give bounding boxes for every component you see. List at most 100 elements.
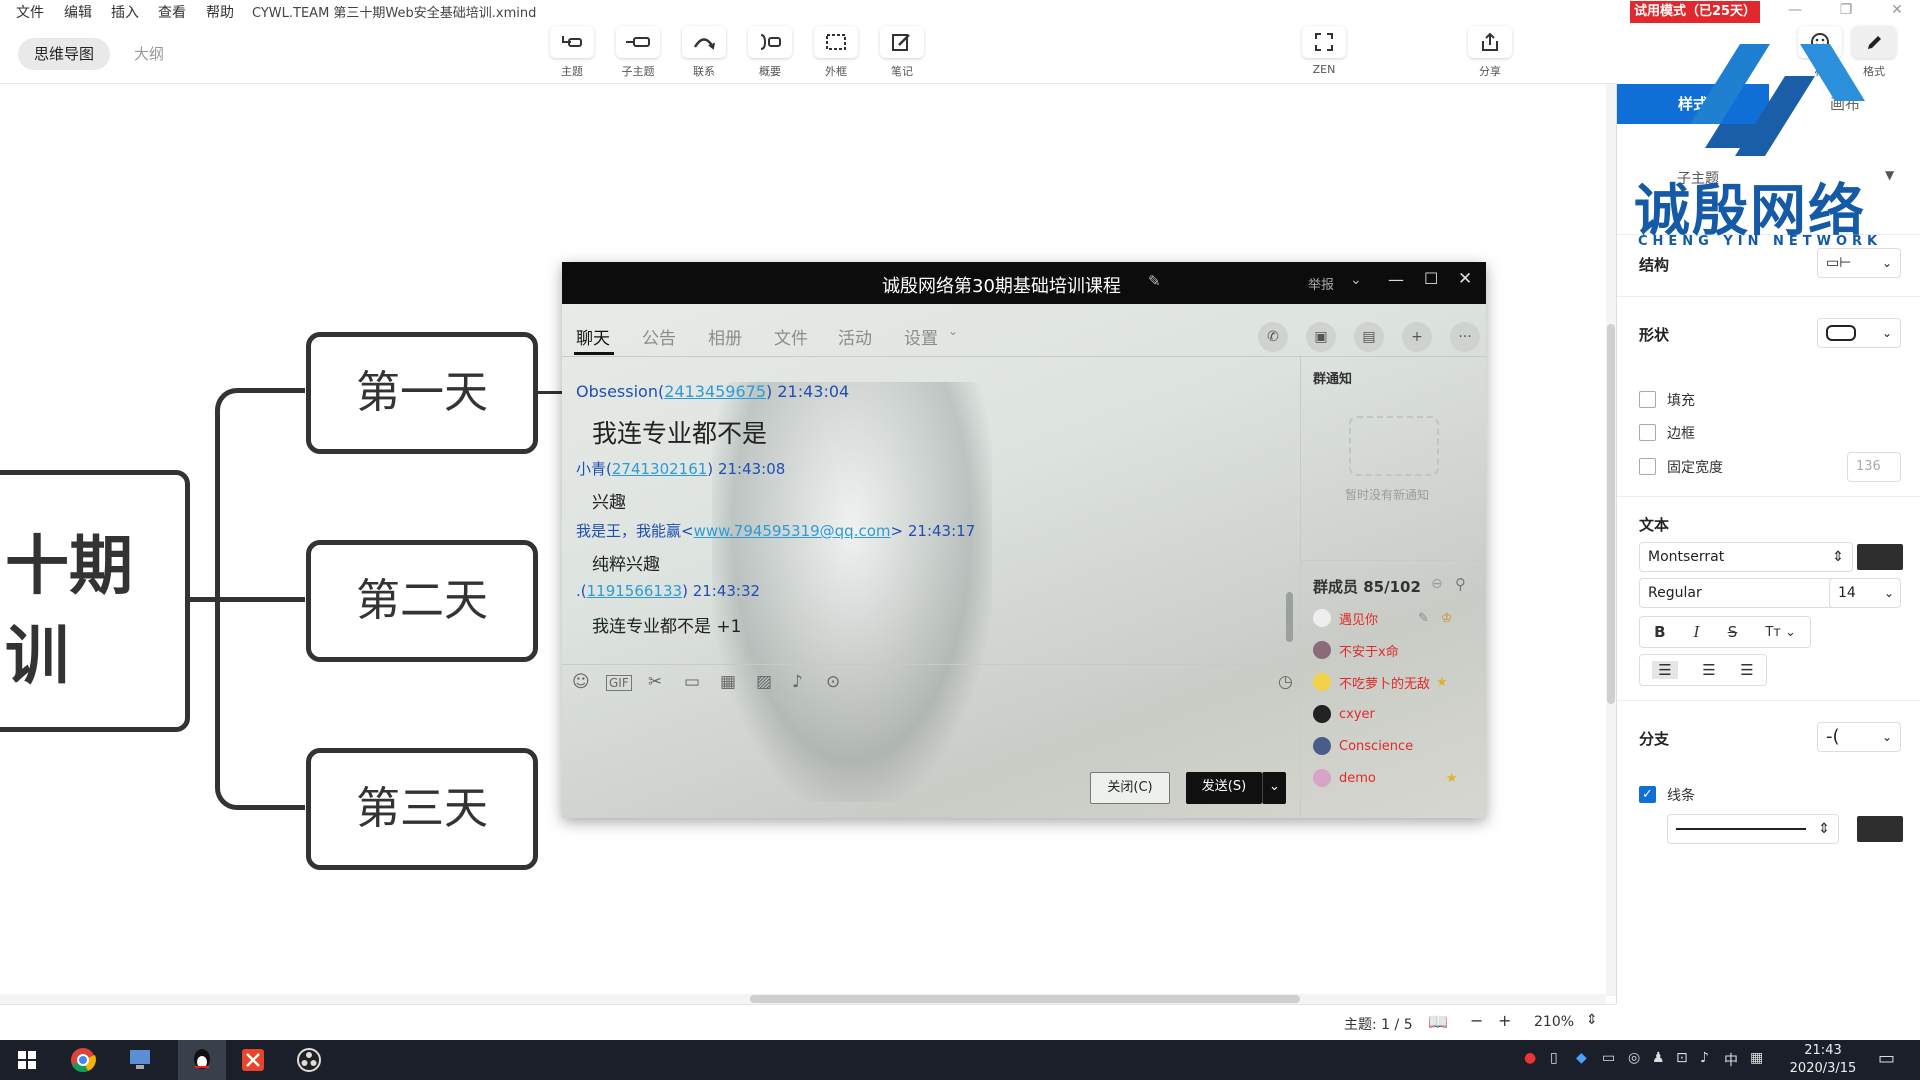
zen-button[interactable]: ZEN (1298, 26, 1350, 76)
summary-button[interactable]: 概要 (744, 26, 796, 79)
restore-icon[interactable]: ❐ (1831, 2, 1861, 22)
computer-icon[interactable] (124, 1046, 158, 1074)
message-scrollbar[interactable] (1286, 360, 1294, 650)
emoji-icon[interactable]: ☺ (572, 672, 590, 692)
send-options-chevron-icon[interactable]: ⌄ (1262, 772, 1286, 804)
member-item[interactable]: 不安于ⅹ命 (1313, 638, 1399, 662)
branch-select[interactable]: -(⌄ (1817, 722, 1901, 752)
member-item[interactable]: 遇见你 ✎ ♔ (1313, 606, 1453, 630)
windows-start-icon[interactable] (10, 1046, 44, 1074)
tab-settings[interactable]: 设置 (904, 324, 938, 349)
more-icon[interactable]: ··· (1450, 322, 1480, 352)
boundary-button[interactable]: 外框 (810, 26, 862, 79)
search-icon[interactable]: ⚲ (1455, 575, 1466, 593)
tray-volume-icon[interactable]: ♪ (1700, 1050, 1709, 1066)
menu-help[interactable]: 帮助 (206, 2, 234, 22)
more-tools-icon[interactable]: ⊙ (826, 672, 840, 692)
folder-icon[interactable]: ▭ (684, 672, 700, 692)
shape-select[interactable]: ⌄ (1817, 318, 1901, 348)
screen-share-icon[interactable]: ▤ (1354, 322, 1384, 352)
align-center-icon[interactable]: ☰ (1702, 661, 1715, 679)
clock[interactable]: 21:43 2020/3/15 (1778, 1042, 1868, 1078)
member-item[interactable]: 不吃萝卜的无敌 ★ (1313, 670, 1448, 694)
menu-insert[interactable]: 插入 (111, 2, 139, 22)
message-list[interactable]: Obsession(2413459675) 21:43:04 我连专业都不是 小… (562, 358, 1300, 664)
vertical-scroll-thumb[interactable] (1607, 324, 1615, 704)
tray-vm-icon[interactable]: ◆ (1576, 1050, 1587, 1066)
font-family-select[interactable]: Montserrat ⇕ (1639, 542, 1853, 572)
tab-album[interactable]: 相册 (708, 324, 742, 349)
qq-icon[interactable] (178, 1040, 226, 1080)
chat-window[interactable]: 诚殷网络第30期基础培训课程 ✎ 举报 ⌄ — ☐ ✕ 聊天 公告 相册 文件 … (562, 262, 1486, 818)
zoom-stepper-icon[interactable]: ⇕ (1586, 1012, 1598, 1028)
note-button[interactable]: 笔记 (876, 26, 928, 79)
screenshot-icon[interactable]: ▦ (720, 672, 736, 692)
tab-chat[interactable]: 聊天 (576, 324, 610, 349)
horizontal-scroll-thumb[interactable] (750, 995, 1300, 1003)
topic-button[interactable]: 主题 (546, 26, 598, 79)
member-settings-icon[interactable]: ⊖ (1431, 576, 1443, 592)
send-button[interactable]: 发送(S) (1186, 772, 1262, 804)
tray-ime-lang[interactable]: 中 (1724, 1050, 1738, 1070)
edit-title-icon[interactable]: ✎ (1148, 272, 1161, 290)
tab-activity[interactable]: 活动 (838, 324, 872, 349)
tab-announcement[interactable]: 公告 (642, 324, 676, 349)
close-icon[interactable]: ✕ (1882, 2, 1912, 22)
tray-usb-icon[interactable]: ▯ (1550, 1050, 1558, 1066)
close-chat-button[interactable]: 关闭(C) (1090, 772, 1170, 804)
share-button[interactable]: 分享 (1464, 26, 1516, 79)
member-item[interactable]: Conscience (1313, 734, 1413, 758)
zoom-level[interactable]: 210% (1534, 1014, 1574, 1030)
menu-view[interactable]: 查看 (158, 2, 186, 22)
tray-network-icon[interactable]: ⊡ (1676, 1050, 1688, 1066)
tray-display-icon[interactable]: ▭ (1602, 1050, 1615, 1066)
topic-day-3[interactable]: 第三天 (306, 748, 538, 870)
minimize-icon[interactable]: — (1388, 270, 1404, 289)
tray-obs-icon[interactable]: ◎ (1628, 1050, 1640, 1066)
tray-keyboard-icon[interactable]: ▦ (1750, 1050, 1763, 1066)
strikethrough-icon[interactable]: S (1728, 623, 1738, 641)
notifications-icon[interactable]: ▭ (1878, 1048, 1895, 1069)
xmind-icon[interactable] (236, 1046, 270, 1074)
bell-icon[interactable]: ♪ (792, 672, 803, 692)
maximize-icon[interactable]: ☐ (1424, 269, 1438, 288)
gif-icon[interactable]: GIF (606, 675, 632, 691)
topic-day-1[interactable]: 第一天 (306, 332, 538, 454)
fill-checkbox[interactable] (1639, 391, 1656, 408)
fixed-width-checkbox[interactable] (1639, 458, 1656, 475)
line-style-select[interactable]: ⇕ (1667, 814, 1839, 844)
tray-record-icon[interactable]: ● (1524, 1050, 1536, 1066)
topic-day-2[interactable]: 第二天 (306, 540, 538, 662)
vertical-scrollbar[interactable] (1606, 84, 1616, 996)
phone-icon[interactable]: ✆ (1258, 322, 1288, 352)
bold-icon[interactable]: B (1654, 623, 1665, 641)
tab-mindmap[interactable]: 思维导图 (18, 38, 111, 70)
central-topic[interactable]: 十期 训 (0, 470, 190, 732)
zoom-in-icon[interactable]: + (1498, 1011, 1511, 1030)
video-icon[interactable]: ▣ (1306, 322, 1336, 352)
tab-outline[interactable]: 大纲 (118, 38, 180, 70)
book-icon[interactable]: 📖 (1428, 1012, 1448, 1031)
font-size-select[interactable]: 14 ⌄ (1829, 578, 1901, 608)
member-item[interactable]: demo ★ (1313, 766, 1458, 790)
chrome-icon[interactable] (66, 1046, 100, 1074)
minimize-icon[interactable]: — (1780, 2, 1810, 22)
horizontal-scrollbar[interactable] (0, 994, 1606, 1004)
align-left-icon[interactable]: ☰ (1652, 661, 1678, 679)
font-weight-select[interactable]: Regular⇕ (1639, 578, 1853, 608)
history-icon[interactable]: ◷ (1278, 672, 1293, 692)
text-case-icon[interactable]: Tт ⌄ (1765, 625, 1796, 640)
italic-icon[interactable]: I (1694, 623, 1700, 641)
trial-badge[interactable]: 试用模式（已25天） (1630, 1, 1760, 23)
subtopic-button[interactable]: 子主题 (612, 26, 664, 79)
line-color-swatch[interactable] (1857, 816, 1903, 842)
image-icon[interactable]: ▨ (756, 672, 772, 692)
border-checkbox[interactable] (1639, 424, 1656, 441)
line-checkbox[interactable]: ✓ (1639, 786, 1656, 803)
align-right-icon[interactable]: ☰ (1740, 661, 1753, 679)
tray-qq-icon[interactable]: ♟ (1652, 1050, 1665, 1066)
obs-icon[interactable] (292, 1046, 326, 1074)
chevron-down-icon[interactable]: ⌄ (1350, 272, 1362, 288)
tab-files[interactable]: 文件 (774, 324, 808, 349)
edit-icon[interactable]: ✎ (1418, 611, 1429, 626)
